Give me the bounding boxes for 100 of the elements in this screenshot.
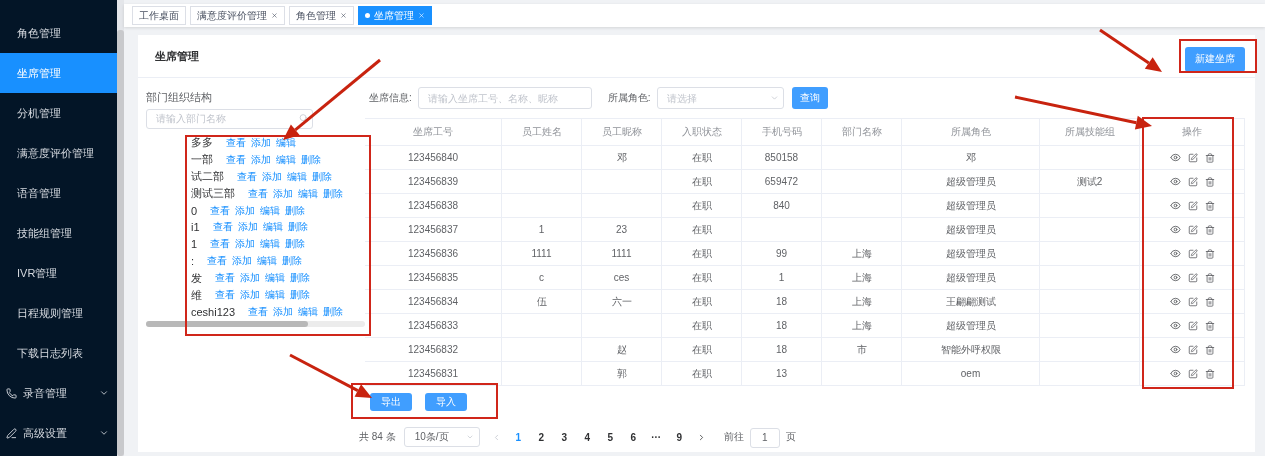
- export-button[interactable]: 导出: [370, 393, 412, 411]
- delete-icon[interactable]: [1204, 152, 1215, 163]
- new-agent-button[interactable]: 新建坐席: [1185, 46, 1245, 72]
- close-icon[interactable]: [340, 12, 347, 19]
- page-number[interactable]: 3: [552, 431, 576, 443]
- tree-action-link[interactable]: 查看: [226, 152, 246, 167]
- tree-action-link[interactable]: 编辑: [260, 203, 281, 218]
- edit-icon[interactable]: [1187, 152, 1198, 163]
- tree-action-link[interactable]: 查看: [210, 237, 231, 252]
- edit-icon[interactable]: [1187, 200, 1198, 211]
- edit-icon[interactable]: [1187, 320, 1198, 331]
- page-number[interactable]: 5: [598, 431, 622, 443]
- tree-node-label[interactable]: 测试三部: [191, 186, 235, 202]
- delete-icon[interactable]: [1204, 248, 1215, 259]
- view-icon[interactable]: [1169, 152, 1181, 163]
- tree-action-link[interactable]: 查看: [215, 288, 235, 303]
- scrollbar[interactable]: [117, 30, 124, 456]
- sidebar-item[interactable]: 下载日志列表: [0, 333, 117, 373]
- delete-icon[interactable]: [1204, 176, 1215, 187]
- edit-icon[interactable]: [1187, 272, 1198, 283]
- sidebar-item[interactable]: 高级设置: [0, 413, 117, 453]
- tree-action-link[interactable]: 删除: [290, 288, 310, 303]
- tree-action-link[interactable]: 编辑: [287, 169, 307, 184]
- view-icon[interactable]: [1169, 224, 1181, 235]
- page-number[interactable]: 2: [529, 431, 553, 443]
- tree-action-link[interactable]: 删除: [285, 237, 306, 252]
- tree-action-link[interactable]: 删除: [323, 186, 343, 201]
- tree-action-link[interactable]: 删除: [312, 169, 332, 184]
- close-icon[interactable]: [271, 12, 278, 19]
- delete-icon[interactable]: [1204, 320, 1215, 331]
- tree-action-link[interactable]: 编辑: [298, 186, 318, 201]
- sidebar-item[interactable]: 分机管理: [0, 93, 117, 133]
- tree-node-label[interactable]: 多多: [191, 135, 213, 151]
- edit-icon[interactable]: [1187, 296, 1198, 307]
- tree-node-label[interactable]: 0: [191, 204, 198, 217]
- tree-action-link[interactable]: 添加: [232, 254, 253, 269]
- sidebar-item[interactable]: 录音管理: [0, 373, 117, 413]
- tree-action-link[interactable]: 删除: [290, 271, 310, 286]
- tree-action-link[interactable]: 添加: [251, 152, 271, 167]
- tree-node-label[interactable]: 试二部: [191, 169, 224, 185]
- view-icon[interactable]: [1169, 200, 1181, 211]
- edit-icon[interactable]: [1187, 176, 1198, 187]
- tree-node-label[interactable]: i1: [191, 221, 200, 234]
- tab[interactable]: 满意度评价管理: [190, 6, 285, 25]
- tree-action-link[interactable]: 删除: [323, 305, 344, 319]
- delete-icon[interactable]: [1204, 200, 1215, 211]
- edit-icon[interactable]: [1187, 224, 1198, 235]
- page-number[interactable]: 6: [621, 431, 645, 443]
- tree-action-link[interactable]: 查看: [248, 186, 268, 201]
- tree-action-link[interactable]: 删除: [287, 220, 308, 235]
- sidebar-item[interactable]: 语音管理: [0, 173, 117, 213]
- sidebar-item[interactable]: IVR管理: [0, 253, 117, 293]
- tree-action-link[interactable]: 查看: [226, 135, 246, 150]
- sidebar-item[interactable]: 日程规则管理: [0, 293, 117, 333]
- page-jump-field[interactable]: 1: [749, 427, 780, 448]
- tree-action-link[interactable]: 删除: [282, 254, 303, 269]
- view-icon[interactable]: [1169, 320, 1181, 331]
- tree-action-link[interactable]: 查看: [237, 169, 257, 184]
- tree-action-link[interactable]: 删除: [301, 152, 321, 167]
- tree-action-link[interactable]: 添加: [237, 220, 258, 235]
- view-icon[interactable]: [1169, 176, 1181, 187]
- edit-icon[interactable]: [1187, 248, 1198, 259]
- tree-action-link[interactable]: 添加: [240, 271, 260, 286]
- tree-action-link[interactable]: 删除: [285, 203, 306, 218]
- tree-action-link[interactable]: 编辑: [265, 288, 285, 303]
- tree-node-label[interactable]: 1: [191, 238, 198, 251]
- tree-action-link[interactable]: 查看: [248, 305, 269, 319]
- tree-action-link[interactable]: 添加: [235, 203, 256, 218]
- tab[interactable]: 角色管理: [289, 6, 354, 25]
- edit-icon[interactable]: [1187, 368, 1198, 379]
- page-number[interactable]: 9: [667, 431, 691, 443]
- tree-action-link[interactable]: 编辑: [262, 220, 283, 235]
- tree-action-link[interactable]: 添加: [273, 186, 293, 201]
- page-number[interactable]: 1: [506, 431, 530, 443]
- page-size-select[interactable]: 10条/页: [403, 427, 480, 448]
- view-icon[interactable]: [1169, 296, 1181, 307]
- tree-node-label[interactable]: 维: [191, 287, 202, 303]
- delete-icon[interactable]: [1204, 272, 1215, 283]
- scrollbar[interactable]: [146, 320, 308, 327]
- sidebar-item[interactable]: 技能组管理: [0, 213, 117, 253]
- tree-node-label[interactable]: 发: [191, 270, 202, 286]
- tree-action-link[interactable]: 编辑: [260, 237, 281, 252]
- page-number[interactable]: ···: [644, 431, 668, 443]
- tree-action-link[interactable]: 添加: [240, 288, 260, 303]
- view-icon[interactable]: [1169, 272, 1181, 283]
- tree-action-link[interactable]: 查看: [207, 254, 228, 269]
- sidebar-item[interactable]: 满意度评价管理: [0, 133, 117, 173]
- delete-icon[interactable]: [1204, 296, 1215, 307]
- view-icon[interactable]: [1169, 344, 1181, 355]
- tab[interactable]: 工作桌面: [132, 6, 186, 25]
- delete-icon[interactable]: [1204, 368, 1215, 379]
- tree-action-link[interactable]: 添加: [273, 305, 294, 319]
- tree-action-link[interactable]: 查看: [212, 220, 233, 235]
- delete-icon[interactable]: [1204, 224, 1215, 235]
- tree-action-link[interactable]: 添加: [262, 169, 282, 184]
- tree-action-link[interactable]: 查看: [210, 203, 231, 218]
- tree-action-link[interactable]: 添加: [251, 135, 271, 150]
- tree-node-label[interactable]: ceshi123: [191, 306, 236, 318]
- delete-icon[interactable]: [1204, 344, 1215, 355]
- page-number[interactable]: 4: [575, 431, 599, 443]
